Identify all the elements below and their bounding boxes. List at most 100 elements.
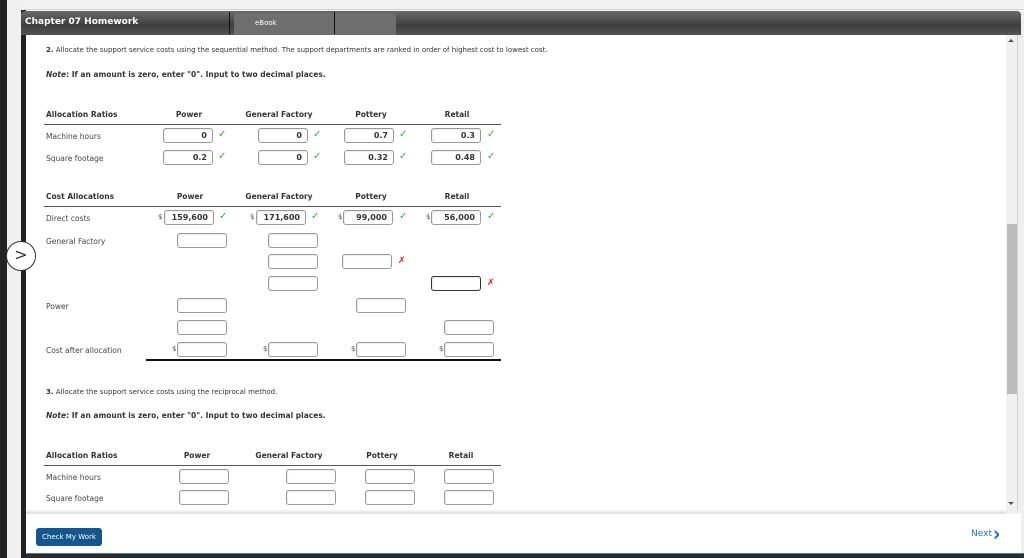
table-divider	[44, 465, 501, 466]
costs-header-power: Power	[176, 192, 204, 201]
q3-row-label-square-footage: Square footage	[46, 494, 104, 503]
correct-check-icon: ✓	[313, 129, 322, 140]
q3-row-label-machine-hours: Machine hours	[46, 473, 101, 482]
row-label-cost-after-allocation: Cost after allocation	[46, 346, 122, 355]
next-chevron-icon[interactable]: ›	[993, 522, 1000, 547]
footer-bar	[26, 514, 1021, 553]
tab-ebook[interactable]: eBook	[234, 13, 396, 35]
costs-header-pottery: Pottery	[355, 192, 387, 201]
table-divider	[44, 206, 501, 207]
tab-divider	[334, 12, 335, 34]
q3-square-footage-pottery-input[interactable]	[365, 490, 415, 505]
scrollbar[interactable]	[1006, 35, 1018, 510]
scroll-up-arrow-icon[interactable]	[1008, 39, 1014, 42]
currency-symbol: $	[250, 213, 255, 221]
correct-check-icon: ✓	[487, 129, 496, 140]
gf-alloc-pottery-input[interactable]	[342, 254, 392, 269]
row-label-square-footage: Square footage	[46, 154, 104, 163]
scrollbar-thumb[interactable]	[1007, 224, 1017, 394]
q2-square-footage-power-input[interactable]: 0.2	[163, 150, 213, 165]
question-2-number: 2.	[46, 46, 54, 54]
scroll-down-arrow-icon[interactable]	[1008, 502, 1014, 505]
note-body: : If an amount is zero, enter "0". Input…	[66, 70, 326, 79]
correct-check-icon: ✓	[218, 151, 227, 162]
correct-check-icon: ✓	[313, 151, 322, 162]
correct-check-icon: ✓	[399, 151, 408, 162]
costs-header-general-factory: General Factory	[245, 192, 313, 201]
currency-symbol: $	[263, 345, 268, 353]
q3-machine-hours-retail-input[interactable]	[444, 469, 494, 484]
gf-alloc-power-input[interactable]	[177, 233, 227, 248]
tab-divider	[229, 12, 230, 34]
q3-ratios-header-pottery: Pottery	[366, 451, 398, 460]
next-link[interactable]: Next	[971, 529, 992, 539]
power-alloc-power-input[interactable]	[177, 298, 227, 313]
table-divider	[44, 124, 501, 125]
incorrect-x-icon: ✗	[487, 278, 495, 288]
browser-top-strip	[24, 0, 1024, 10]
currency-symbol: $	[426, 213, 431, 221]
q2-square-footage-retail-input[interactable]: 0.48	[431, 150, 481, 165]
q3-square-footage-general-factory-input[interactable]	[286, 490, 336, 505]
correct-check-icon: ✓	[218, 129, 227, 140]
correct-check-icon: ✓	[311, 211, 320, 222]
correct-check-icon: ✓	[487, 211, 496, 222]
direct-costs-retail-input[interactable]: 56,000	[431, 210, 481, 225]
direct-costs-pottery-input[interactable]: 99,000	[343, 210, 393, 225]
question-3-body: Allocate the support service costs using…	[55, 388, 278, 396]
q3-square-footage-power-input[interactable]	[179, 490, 229, 505]
ratios-header-pottery: Pottery	[355, 110, 387, 119]
q3-ratios-header-label: Allocation Ratios	[46, 451, 118, 460]
q2-machine-hours-power-input[interactable]: 0	[163, 128, 213, 143]
assignment-title: Chapter 07 Homework	[25, 17, 139, 27]
costs-header-label: Cost Allocations	[46, 192, 115, 201]
q3-machine-hours-power-input[interactable]	[179, 469, 229, 484]
correct-check-icon: ✓	[219, 211, 228, 222]
question-2-note: Note: If an amount is zero, enter "0". I…	[46, 70, 326, 79]
question-2-text: 2. Allocate the support service costs us…	[46, 46, 548, 54]
direct-costs-general-factory-input[interactable]: 171,600	[256, 210, 306, 225]
row-label-machine-hours: Machine hours	[46, 132, 101, 141]
currency-symbol: $	[158, 213, 163, 221]
gf-alloc-general-factory-input-2[interactable]	[268, 254, 318, 269]
gf-alloc-general-factory-input[interactable]	[268, 233, 318, 248]
assignment-header: Chapter 07 Homework eBook	[21, 11, 1021, 35]
q2-machine-hours-pottery-input[interactable]: 0.7	[344, 128, 394, 143]
check-my-work-button[interactable]: Check My Work	[36, 528, 102, 546]
gf-alloc-retail-input[interactable]	[431, 276, 481, 291]
q2-square-footage-general-factory-input[interactable]: 0	[258, 150, 308, 165]
question-content	[26, 35, 1006, 510]
direct-costs-power-input[interactable]: 159,600	[164, 210, 214, 225]
q3-square-footage-retail-input[interactable]	[444, 490, 494, 505]
note-body: : If an amount is zero, enter "0". Input…	[66, 411, 326, 420]
currency-symbol: $	[351, 345, 356, 353]
q3-machine-hours-general-factory-input[interactable]	[286, 469, 336, 484]
cost-after-power-input[interactable]	[177, 342, 227, 357]
q2-machine-hours-general-factory-input[interactable]: 0	[258, 128, 308, 143]
ratios-header-general-factory: General Factory	[245, 110, 313, 119]
power-alloc-retail-input[interactable]	[444, 320, 494, 335]
q2-square-footage-pottery-input[interactable]: 0.32	[344, 150, 394, 165]
q2-machine-hours-retail-input[interactable]: 0.3	[431, 128, 481, 143]
cost-after-pottery-input[interactable]	[356, 342, 406, 357]
q3-ratios-header-power: Power	[183, 451, 211, 460]
expand-panel-chevron-icon[interactable]: >	[6, 241, 36, 271]
q3-machine-hours-pottery-input[interactable]	[365, 469, 415, 484]
row-label-general-factory: General Factory	[46, 237, 106, 246]
power-alloc-pottery-input[interactable]	[356, 298, 406, 313]
note-label: Note	[46, 70, 67, 79]
power-alloc-power-input-2[interactable]	[177, 320, 227, 335]
row-label-direct-costs: Direct costs	[46, 214, 91, 223]
total-underline	[146, 359, 501, 361]
ratios-header-label: Allocation Ratios	[46, 110, 118, 119]
incorrect-x-icon: ✗	[398, 256, 406, 266]
question-3-number: 3.	[46, 388, 54, 396]
row-label-power: Power	[46, 302, 69, 311]
cost-after-general-factory-input[interactable]	[268, 342, 318, 357]
q3-ratios-header-general-factory: General Factory	[255, 451, 323, 460]
currency-symbol: $	[172, 345, 177, 353]
cost-after-retail-input[interactable]	[444, 342, 494, 357]
currency-symbol: $	[439, 345, 444, 353]
gf-alloc-general-factory-input-3[interactable]	[268, 276, 318, 291]
question-3-note: Note: If an amount is zero, enter "0". I…	[46, 411, 326, 420]
